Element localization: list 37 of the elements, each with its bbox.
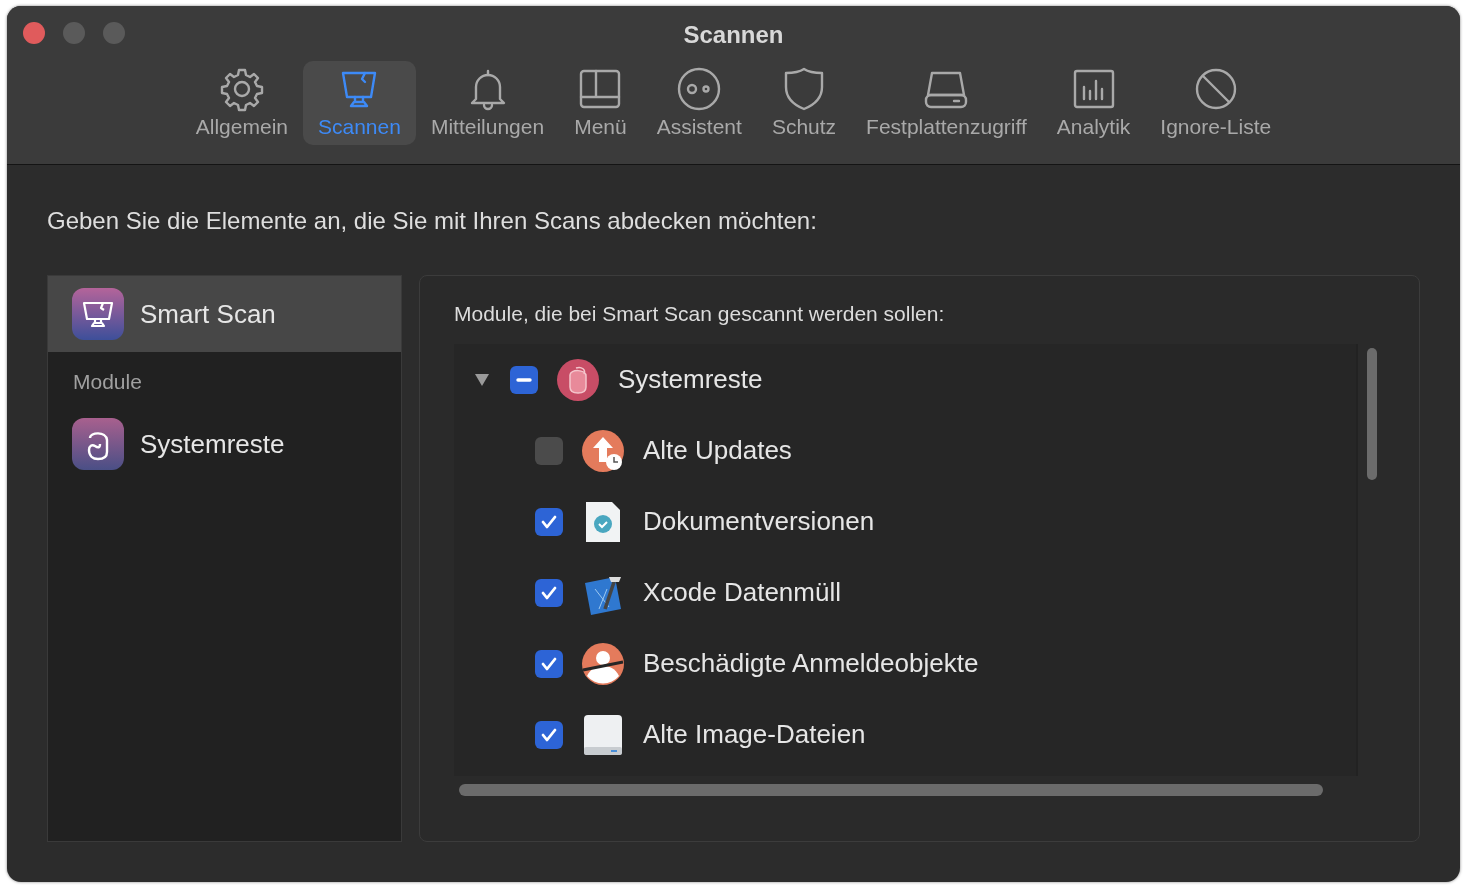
toolbar-tab[interactable]: Scannen <box>303 61 416 145</box>
module-label: Alte Image-Dateien <box>643 719 866 750</box>
sidebar-item[interactable]: Systemreste <box>48 406 401 482</box>
toolbar-tab[interactable]: Festplattenzugriff <box>851 61 1042 145</box>
person-slash-icon <box>581 641 625 686</box>
monitor-app-icon <box>72 288 124 340</box>
checkbox[interactable] <box>535 507 563 536</box>
checkbox[interactable] <box>510 365 538 394</box>
modules-heading: Module, die bei Smart Scan gescannt werden sollen: <box>454 302 946 326</box>
instruction-text: Geben Sie die Elemente an, die Sie mit Ihren Scans abdecken möchten: <box>47 207 818 235</box>
module-label: Dokumentversionen <box>643 506 875 537</box>
loop-app-icon <box>72 418 124 470</box>
window-title: Scannen <box>683 21 784 49</box>
drive-icon <box>581 712 625 757</box>
module-label: Xcode Datenmüll <box>643 577 841 608</box>
toolbar-tab[interactable]: Schutz <box>756 61 852 145</box>
upload-clock-icon <box>581 428 625 473</box>
checkbox[interactable] <box>535 649 563 678</box>
checkbox[interactable] <box>535 436 563 465</box>
sidebar-label: Smart Scan <box>140 298 276 330</box>
toolbar-tab[interactable]: Mitteilungen <box>415 61 560 145</box>
sidebar-label: Systemreste <box>140 428 285 460</box>
module-label: Beschädigte Anmeldeobjekte <box>643 648 979 679</box>
sidebar-item[interactable]: Smart Scan <box>48 276 401 352</box>
loop-icon <box>556 357 600 402</box>
toolbar-tab[interactable]: Menü <box>559 61 642 145</box>
toolbar-tab[interactable]: Ignore-Liste <box>1145 61 1287 145</box>
disclosure-triangle-icon[interactable] <box>474 372 490 387</box>
section-heading: Module <box>72 369 143 395</box>
checkbox[interactable] <box>535 720 563 749</box>
module-label: Systemreste <box>618 364 763 395</box>
checkbox[interactable] <box>535 578 563 607</box>
close-button[interactable] <box>23 22 45 44</box>
module-label: Alte Updates <box>643 435 792 466</box>
toolbar-tab[interactable]: Assistent <box>641 61 757 145</box>
toolbar-tab[interactable]: Allgemein <box>180 61 303 145</box>
toolbar-tab[interactable]: Analytik <box>1041 61 1146 145</box>
